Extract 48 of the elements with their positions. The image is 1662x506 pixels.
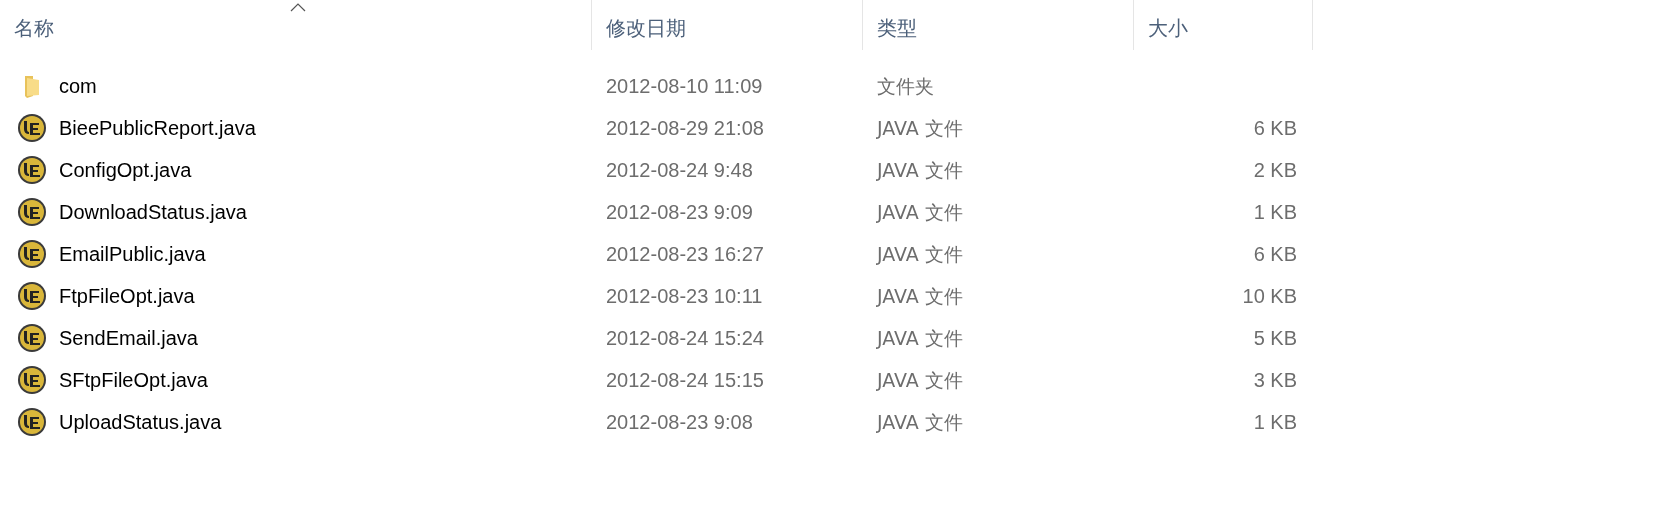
modified-date: 2012-08-23 16:27: [606, 243, 764, 265]
modified-date: 2012-08-24 15:24: [606, 327, 764, 349]
file-type: JAVA 文件: [877, 284, 963, 307]
file-name[interactable]: EmailPublic.java: [59, 239, 206, 269]
file-size: 2 KB: [1253, 158, 1297, 183]
column-header[interactable]: 大小: [1148, 13, 1188, 43]
folder-icon: [23, 74, 41, 98]
file-size: 1 KB: [1253, 200, 1297, 225]
file-size: 6 KB: [1253, 116, 1297, 141]
file-size: 1 KB: [1253, 410, 1297, 435]
file-type: 文件夹: [877, 74, 934, 97]
column-header[interactable]: 类型: [877, 13, 917, 43]
column-header[interactable]: 修改日期: [606, 13, 686, 43]
modified-date: 2012-08-23 9:08: [606, 411, 753, 433]
file-name[interactable]: com: [59, 71, 97, 101]
ue-badge-icon: [17, 281, 47, 311]
modified-date: 2012-08-10 11:09: [606, 75, 763, 97]
modified-date: 2012-08-23 9:09: [606, 201, 753, 223]
ue-badge-icon: [17, 365, 47, 395]
modified-date: 2012-08-24 15:15: [606, 369, 764, 391]
modified-date: 2012-08-29 21:08: [606, 117, 764, 139]
file-name[interactable]: ConfigOpt.java: [59, 155, 192, 185]
file-type: JAVA 文件: [877, 242, 963, 265]
column-header[interactable]: 名称: [14, 13, 54, 43]
file-name[interactable]: DownloadStatus.java: [59, 197, 247, 227]
ue-badge-icon: [17, 113, 47, 143]
file-name[interactable]: BieePublicReport.java: [59, 113, 256, 143]
file-name[interactable]: SFtpFileOpt.java: [59, 365, 208, 395]
file-type: JAVA 文件: [877, 200, 963, 223]
file-type: JAVA 文件: [877, 116, 963, 139]
ue-badge-icon: [17, 155, 47, 185]
modified-date: 2012-08-23 10:11: [606, 285, 763, 307]
file-type: JAVA 文件: [877, 410, 963, 433]
file-size: 10 KB: [1242, 284, 1297, 309]
ue-badge-icon: [17, 323, 47, 353]
file-size: 6 KB: [1253, 242, 1297, 267]
file-name[interactable]: FtpFileOpt.java: [59, 281, 195, 311]
ue-badge-icon: [17, 239, 47, 269]
file-type: JAVA 文件: [877, 368, 963, 391]
file-name[interactable]: UploadStatus.java: [59, 407, 222, 437]
file-type: JAVA 文件: [877, 326, 963, 349]
modified-date: 2012-08-24 9:48: [606, 159, 753, 181]
file-size: 3 KB: [1253, 368, 1297, 393]
file-type: JAVA 文件: [877, 158, 963, 181]
ue-badge-icon: [17, 197, 47, 227]
ue-badge-icon: [17, 407, 47, 437]
file-size: 5 KB: [1253, 326, 1297, 351]
file-name[interactable]: SendEmail.java: [59, 323, 198, 353]
